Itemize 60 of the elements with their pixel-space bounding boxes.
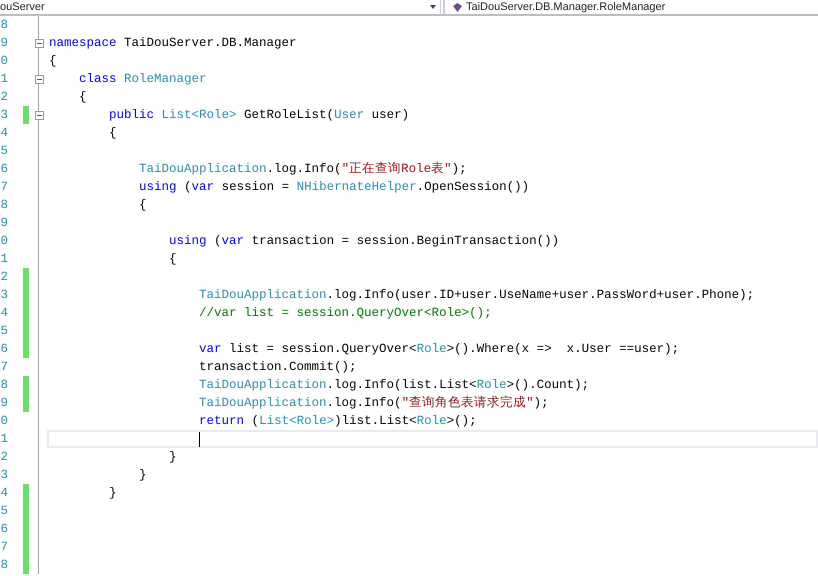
collapse-icon[interactable] xyxy=(34,38,44,48)
code-line: using (var transaction = session.BeginTransaction()) xyxy=(168,233,560,250)
code-line: TaiDouApplication.log.Info("查询角色表请求完成"); xyxy=(198,394,549,412)
caret-icon xyxy=(430,5,436,9)
code-line: namespace TaiDouServer.DB.Manager xyxy=(49,35,297,52)
line-number: 4 xyxy=(0,305,8,322)
line-number: 6 xyxy=(0,161,8,178)
text-cursor xyxy=(199,432,200,446)
line-number: 6 xyxy=(0,341,8,358)
code-line: TaiDouApplication.log.Info(list.List<Role>().Count); xyxy=(198,377,590,394)
line-number: 4 xyxy=(0,125,8,142)
line-number: 2 xyxy=(0,449,8,466)
collapse-icon[interactable] xyxy=(34,110,44,120)
collapse-icon[interactable] xyxy=(34,74,44,84)
line-number: 5 xyxy=(0,323,8,340)
line-number: 2 xyxy=(0,89,8,106)
line-number: 5 xyxy=(0,503,8,520)
line-number: 3 xyxy=(0,287,8,304)
line-number: 3 xyxy=(0,107,8,124)
code-line: //var list = session.QueryOver<Role>(); xyxy=(198,305,492,322)
code-line: transaction.Commit(); xyxy=(198,359,357,376)
line-number: 8 xyxy=(0,557,8,574)
line-number: 8 xyxy=(0,377,8,394)
line-number: 4 xyxy=(0,485,8,502)
line-number: 8 xyxy=(0,197,8,214)
code-line: } xyxy=(108,485,117,502)
code-line: public List<Role> GetRoleList(User user) xyxy=(108,107,410,124)
code-line: return (List<Role>)list.List<Role>(); xyxy=(198,413,477,430)
code-line: } xyxy=(138,467,147,484)
code-line: { xyxy=(49,53,57,70)
class-dropdown[interactable]: TaiDouServer.DB.Manager.RoleManager xyxy=(443,0,666,14)
code-line: { xyxy=(138,197,147,214)
code-line: { xyxy=(78,89,87,106)
line-number: 2 xyxy=(0,269,8,286)
line-number: 3 xyxy=(0,467,8,484)
line-number: 7 xyxy=(0,179,8,196)
line-number: 5 xyxy=(0,143,8,160)
line-number: 7 xyxy=(0,359,8,376)
line-number: 9 xyxy=(0,215,8,232)
code-line: TaiDouApplication.log.Info(user.ID+user.UseName+user.PassWord+user.Phone); xyxy=(198,287,754,304)
line-number: 0 xyxy=(0,413,8,430)
code-line: class RoleManager xyxy=(78,71,207,88)
line-number: 1 xyxy=(0,71,8,88)
line-number: 0 xyxy=(0,233,8,250)
project-dropdown[interactable]: ouServer xyxy=(0,0,441,14)
class-icon xyxy=(453,2,462,12)
code-line: { xyxy=(108,125,117,142)
code-line: var list = session.QueryOver<Role>().Where(x => x.User ==user); xyxy=(198,341,680,358)
line-number: 8 xyxy=(0,17,8,34)
line-number: 9 xyxy=(0,395,8,412)
code-line: { xyxy=(168,251,177,268)
line-number: 1 xyxy=(0,251,8,268)
line-number: 0 xyxy=(0,53,8,70)
code-line: using (var session = NHibernateHelper.OpenSession()) xyxy=(138,179,530,196)
line-number: 7 xyxy=(0,539,8,556)
line-number: 1 xyxy=(0,431,8,448)
code-line: TaiDouApplication.log.Info("正在查询Role表"); xyxy=(138,160,467,178)
line-number: 9 xyxy=(0,35,8,52)
code-line: } xyxy=(168,449,177,466)
line-number: 6 xyxy=(0,521,8,538)
